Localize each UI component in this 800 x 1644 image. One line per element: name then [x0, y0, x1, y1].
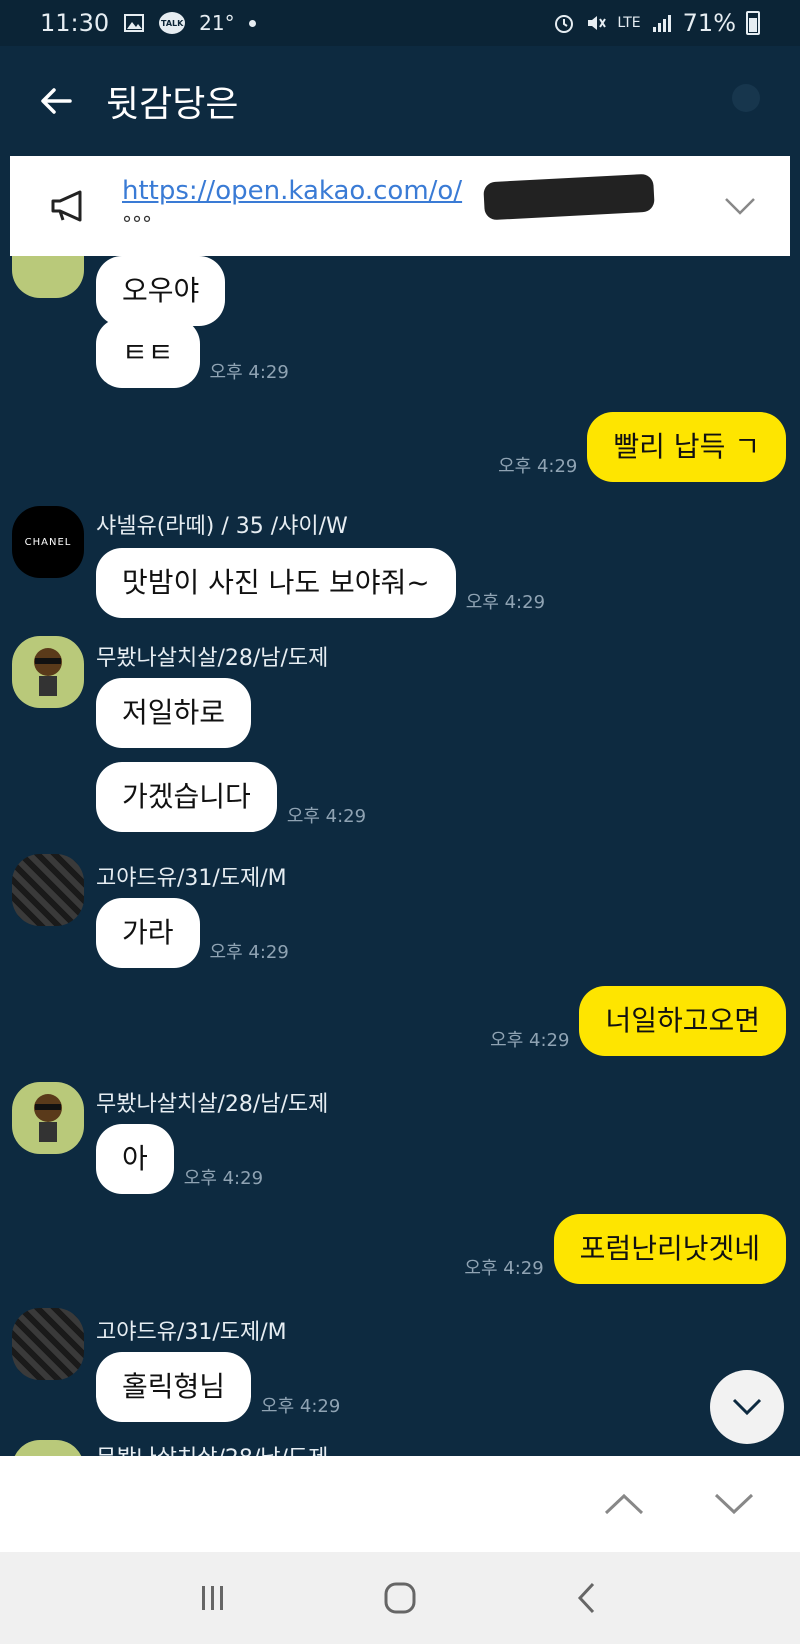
signal-icon [651, 12, 673, 34]
chevron-down-icon[interactable] [710, 176, 770, 236]
message-time: 오후 4:29 [209, 941, 289, 963]
network-type: LTE [617, 15, 641, 31]
message-mine: 너일하고오면 오후 4:29 [480, 986, 786, 1056]
megaphone-icon [40, 176, 100, 236]
message-other: 맛밤이 사진 나도 보야줘~ 오후 4:29 [96, 548, 555, 618]
avatar[interactable] [12, 854, 84, 926]
message-bubble[interactable]: 가겠습니다 [96, 762, 277, 832]
message-mine: 포럼난리낫겟네 오후 4:29 [454, 1214, 786, 1284]
message-other: 아 오후 4:29 [96, 1124, 273, 1194]
status-temperature: 21° [199, 11, 235, 35]
message-bubble[interactable]: 가라 [96, 898, 200, 968]
message-bubble[interactable]: 포럼난리낫겟네 [553, 1214, 786, 1284]
alarm-icon [553, 12, 575, 34]
message-other: 홀릭형님 오후 4:29 [96, 1352, 350, 1422]
message-time: 오후 4:29 [209, 361, 289, 383]
sender-name: 무봤나살치살/28/남/도제 [96, 1092, 329, 1117]
next-result-button[interactable] [708, 1478, 760, 1530]
message-other: 가겠습니다 오후 4:29 [96, 762, 376, 832]
message-time: 오후 4:29 [490, 1029, 570, 1051]
message-bubble[interactable]: 아 [96, 1124, 174, 1194]
close-search-icon[interactable] [732, 84, 760, 112]
chat-header: 뒷감당은 [0, 46, 800, 156]
message-time: 오후 4:29 [286, 805, 367, 827]
message-bubble[interactable]: 맛밤이 사진 나도 보야줘~ [96, 548, 456, 618]
notice-link[interactable]: https://open.kakao.com/o/ [122, 173, 655, 221]
message-time: 오후 4:29 [498, 455, 578, 477]
status-bar: 11:30 TALK 21° LTE 71% [0, 0, 800, 46]
notification-dot-icon [248, 19, 256, 27]
character-icon [34, 648, 62, 696]
status-time: 11:30 [40, 9, 110, 37]
sender-name: 고야드유/31/도제/M [96, 866, 287, 891]
message-bubble[interactable]: ㅌㅌ [96, 318, 200, 388]
image-icon [123, 12, 145, 34]
scroll-to-bottom-button[interactable] [710, 1370, 784, 1444]
chat-messages[interactable]: 오우야 ㅌㅌ 오후 4:29 빨리 납득 ㄱ 오후 4:29 CHANEL 샤넬… [0, 256, 800, 1456]
avatar[interactable]: CHANEL [12, 506, 84, 578]
character-icon [34, 1094, 62, 1142]
message-other: 가라 오후 4:29 [96, 898, 299, 968]
message-time: 오후 4:29 [464, 1257, 544, 1279]
room-title: 뒷감당은 [106, 84, 239, 125]
message-bubble[interactable]: 너일하고오면 [579, 986, 786, 1056]
message-bubble[interactable]: 홀릭형님 [96, 1352, 252, 1422]
sender-name: 샤넬유(라떼) / 35 /샤이/W [96, 514, 348, 539]
message-mine: 빨리 납득 ㄱ 오후 4:29 [488, 412, 786, 482]
notice-more: °°° [122, 212, 152, 236]
message-bubble[interactable]: 저일하로 [96, 678, 252, 748]
previous-result-button[interactable] [598, 1478, 650, 1530]
sender-name: 고야드유/31/도제/M [96, 1320, 287, 1345]
message-other: 오우야 [96, 256, 226, 326]
message-time: 오후 4:29 [183, 1167, 264, 1189]
chevron-up-icon [604, 1493, 644, 1515]
kakaotalk-icon: TALK [159, 12, 186, 34]
mute-icon [585, 12, 607, 34]
back-arrow-icon[interactable] [26, 71, 86, 131]
avatar[interactable] [12, 636, 84, 708]
message-time: 오후 4:29 [465, 591, 546, 613]
chevron-down-icon [714, 1493, 754, 1515]
sender-name: 무봤나살치살/28/남/도제 [96, 646, 329, 671]
back-icon[interactable] [557, 1568, 617, 1628]
avatar[interactable] [12, 256, 84, 298]
notice-banner[interactable]: https://open.kakao.com/o/ °°° [10, 156, 790, 256]
system-navigation-bar [0, 1552, 800, 1644]
message-bubble[interactable]: 오우야 [96, 256, 226, 326]
battery-percent: 71% [682, 9, 736, 37]
search-navigation-bar [0, 1456, 800, 1552]
chevron-down-icon [732, 1398, 762, 1416]
message-other: 저일하로 [96, 678, 252, 748]
recent-apps-icon[interactable] [183, 1568, 243, 1628]
message-other: ㅌㅌ 오후 4:29 [96, 318, 299, 388]
avatar[interactable] [12, 1440, 84, 1456]
message-bubble[interactable]: 빨리 납득 ㄱ [587, 412, 786, 482]
sender-name: 무봤나살치살/28/남/도제 [96, 1440, 328, 1456]
avatar[interactable] [12, 1082, 84, 1154]
message-time: 오후 4:29 [261, 1395, 341, 1417]
home-icon[interactable] [370, 1568, 430, 1628]
battery-icon [746, 11, 760, 35]
avatar[interactable] [12, 1308, 84, 1380]
